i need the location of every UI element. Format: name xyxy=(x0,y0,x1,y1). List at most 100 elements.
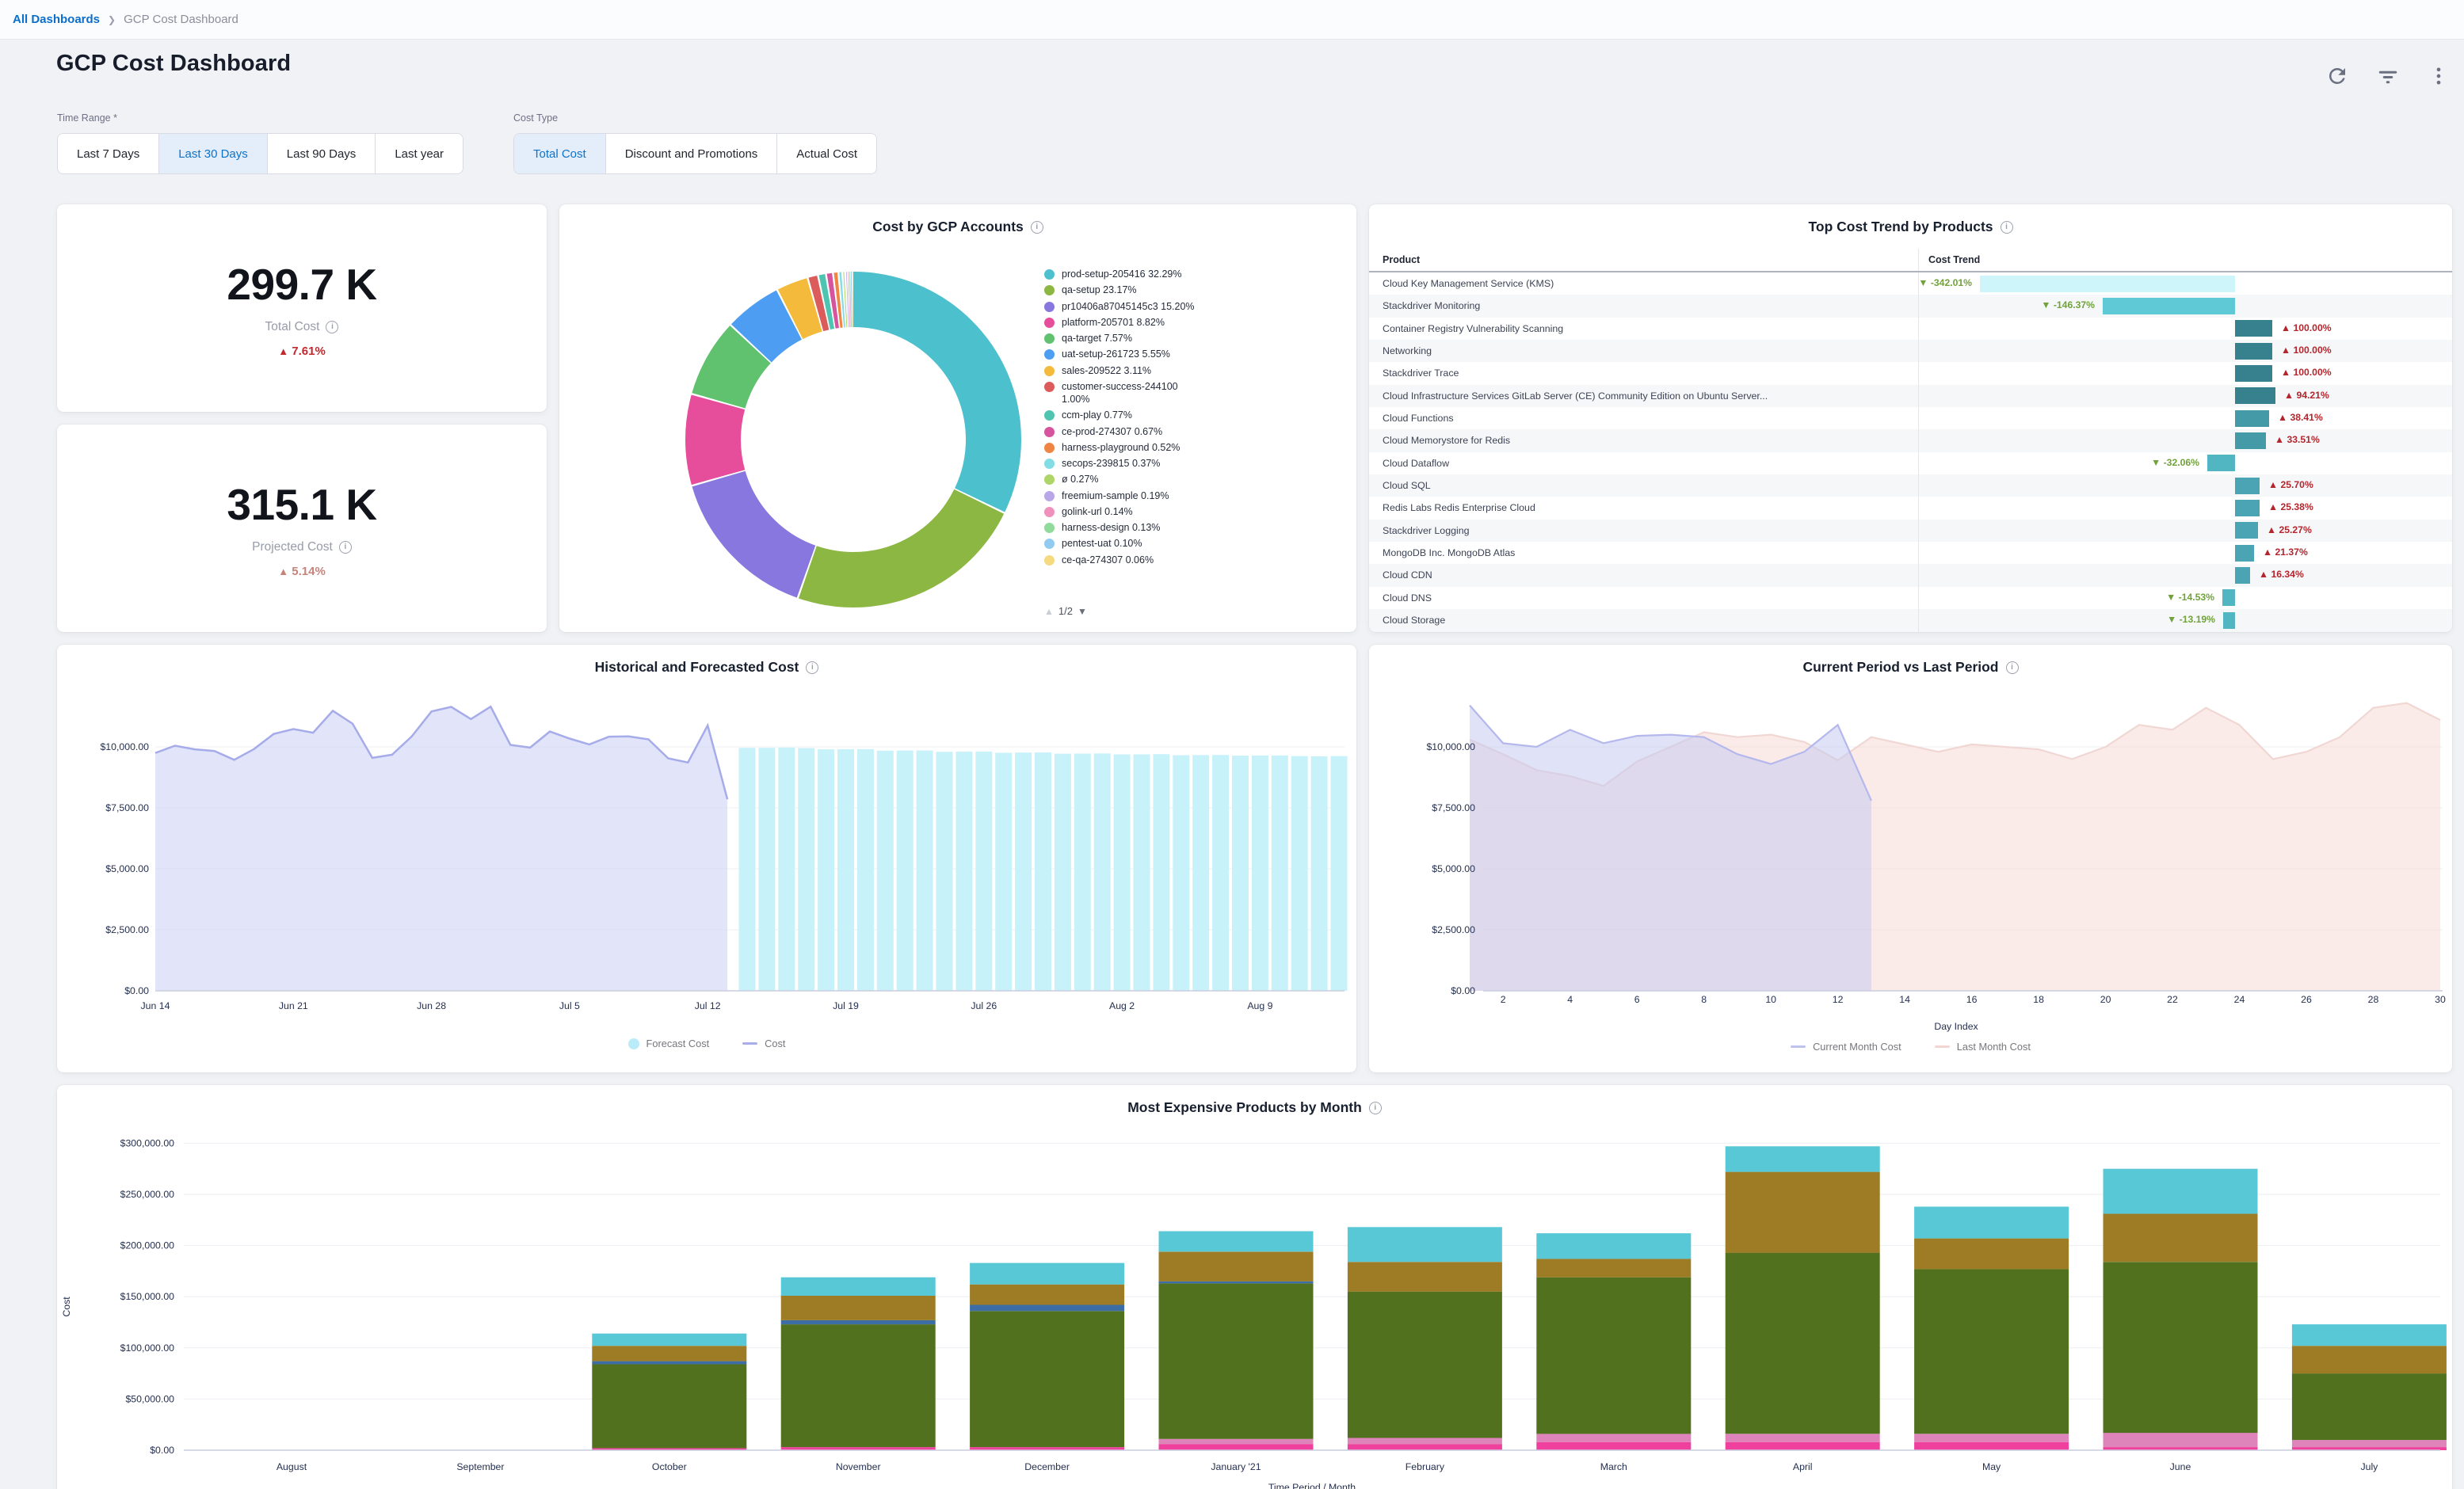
pager-up-icon[interactable]: ▲ xyxy=(1044,606,1054,617)
product-cell: Stackdriver Monitoring xyxy=(1369,295,1918,317)
table-row-cloud-sql: Cloud SQL▲ 25.70% xyxy=(1369,474,2452,497)
trend-value: ▲ 38.41% xyxy=(2278,412,2323,423)
donut-legend-item-uat-setup-261723[interactable]: uat-setup-261723 5.55% xyxy=(1044,348,1345,360)
legend-label: Current Month Cost xyxy=(1813,1041,1901,1053)
donut-legend-item-pentest-uat[interactable]: pentest-uat 0.10% xyxy=(1044,537,1345,550)
projected-cost-value: 315.1 K xyxy=(227,479,376,530)
svg-text:Jul 26: Jul 26 xyxy=(971,1000,997,1011)
legend-label: uat-setup-261723 5.55% xyxy=(1062,348,1170,360)
cost-trend-cell: ▼ -32.06% xyxy=(1918,452,2452,474)
svg-text:$2,500.00: $2,500.00 xyxy=(1432,924,1475,935)
info-icon[interactable]: i xyxy=(2001,221,2013,234)
legend-item-cost[interactable]: Cost xyxy=(742,1038,785,1049)
donut-legend-item-qa-target[interactable]: qa-target 7.57% xyxy=(1044,332,1345,345)
svg-text:26: 26 xyxy=(2301,994,2312,1005)
legend-dot-icon xyxy=(1044,410,1055,421)
donut-legend-item-customer-success-244100[interactable]: customer-success-244100 1.00% xyxy=(1044,380,1345,406)
info-icon[interactable]: i xyxy=(326,321,338,333)
time-range-option-last-90-days[interactable]: Last 90 Days xyxy=(268,134,376,173)
more-options-button[interactable] xyxy=(2424,62,2453,90)
refresh-button[interactable] xyxy=(2323,62,2351,90)
donut-legend-item-prod-setup-205416[interactable]: prod-setup-205416 32.29% xyxy=(1044,268,1345,280)
info-icon[interactable]: i xyxy=(2006,661,2019,674)
cost-type-option-discount-and-promotions[interactable]: Discount and Promotions xyxy=(606,134,778,173)
svg-text:Jul 12: Jul 12 xyxy=(695,1000,721,1011)
donut-legend-item-golink-url[interactable]: golink-url 0.14% xyxy=(1044,505,1345,518)
time-range-option-last-year[interactable]: Last year xyxy=(376,134,463,173)
donut-legend-item-pr10406a87045145c3[interactable]: pr10406a87045145c3 15.20% xyxy=(1044,300,1345,313)
product-cell: Cloud Dataflow xyxy=(1369,452,1918,474)
donut-legend-item-harness-playground[interactable]: harness-playground 0.52% xyxy=(1044,441,1345,454)
product-cell: Cloud Memorystore for Redis xyxy=(1369,429,1918,451)
trend-value: ▼ -13.19% xyxy=(2167,614,2215,625)
cost-type-option-total-cost[interactable]: Total Cost xyxy=(514,134,606,173)
trend-value: ▲ 33.51% xyxy=(2275,434,2320,445)
svg-text:April: April xyxy=(1793,1461,1813,1472)
donut-legend-item-secops-239815[interactable]: secops-239815 0.37% xyxy=(1044,457,1345,470)
svg-text:$250,000.00: $250,000.00 xyxy=(120,1189,175,1200)
svg-text:20: 20 xyxy=(2100,994,2111,1005)
trend-value: ▲ 100.00% xyxy=(2281,345,2332,356)
svg-text:June: June xyxy=(2170,1461,2191,1472)
current-vs-last-panel: Current Period vs Last Period i $10,000.… xyxy=(1369,645,2452,1072)
info-icon[interactable]: i xyxy=(1369,1102,1382,1114)
legend-label: ccm-play 0.77% xyxy=(1062,409,1132,421)
svg-text:$100,000.00: $100,000.00 xyxy=(120,1342,175,1354)
trend-bar xyxy=(2235,522,2258,539)
cost-type-option-actual-cost[interactable]: Actual Cost xyxy=(777,134,876,173)
svg-text:Time Period / Month: Time Period / Month xyxy=(1268,1482,1356,1489)
trend-value: ▲ 21.37% xyxy=(2263,546,2308,558)
product-cell: Cloud Storage xyxy=(1369,609,1918,631)
trend-bar xyxy=(2235,387,2275,404)
table-row-redis-labs-redis-enterprise-cloud: Redis Labs Redis Enterprise Cloud▲ 25.38… xyxy=(1369,497,2452,519)
pager-down-icon[interactable]: ▼ xyxy=(1078,606,1087,617)
historical-forecast-panel: Historical and Forecasted Cost i $10,000… xyxy=(57,645,1356,1072)
filter-button[interactable] xyxy=(2374,62,2402,90)
legend-dot-icon xyxy=(1044,349,1055,360)
legend-item-last-month-cost[interactable]: Last Month Cost xyxy=(1935,1041,2031,1053)
breadcrumb-current: GCP Cost Dashboard xyxy=(124,13,238,26)
projected-cost-label-text: Projected Cost xyxy=(252,540,333,554)
trend-value: ▼ -146.37% xyxy=(2041,299,2095,310)
legend-swatch-icon xyxy=(742,1042,757,1045)
donut-legend-item-sales-209522[interactable]: sales-209522 3.11% xyxy=(1044,364,1345,377)
time-range-option-last-7-days[interactable]: Last 7 Days xyxy=(58,134,159,173)
info-icon[interactable]: i xyxy=(339,541,352,554)
svg-text:2: 2 xyxy=(1501,994,1506,1005)
svg-text:October: October xyxy=(652,1461,687,1472)
info-icon[interactable]: i xyxy=(806,661,818,674)
donut-legend-item-ccm-play[interactable]: ccm-play 0.77% xyxy=(1044,409,1345,421)
donut-legend-item-platform-205701[interactable]: platform-205701 8.82% xyxy=(1044,316,1345,329)
trend-value: ▲ 16.34% xyxy=(2259,569,2304,580)
monthly-products-stacked-chart: AugustSeptemberOctoberNovemberDecemberJa… xyxy=(57,1085,2452,1489)
legend-item-forecast-cost[interactable]: Forecast Cost xyxy=(628,1038,710,1049)
donut-legend-item-ce-prod-274307[interactable]: ce-prod-274307 0.67% xyxy=(1044,425,1345,438)
donut-legend-item-qa-setup[interactable]: qa-setup 23.17% xyxy=(1044,284,1345,296)
cost-trend-cell: ▲ 33.51% xyxy=(1918,429,2452,451)
svg-text:February: February xyxy=(1406,1461,1445,1472)
svg-text:$0.00: $0.00 xyxy=(150,1445,174,1456)
legend-label: Forecast Cost xyxy=(647,1038,710,1049)
product-cell: Cloud Functions xyxy=(1369,407,1918,429)
svg-text:16: 16 xyxy=(1966,994,1978,1005)
svg-text:July: July xyxy=(2360,1461,2378,1472)
donut-legend-item-ce-qa-274307[interactable]: ce-qa-274307 0.06% xyxy=(1044,554,1345,566)
svg-text:10: 10 xyxy=(1765,994,1776,1005)
table-row-stackdriver-trace: Stackdriver Trace▲ 100.00% xyxy=(1369,362,2452,384)
donut-legend-item-[interactable]: ø 0.27% xyxy=(1044,473,1345,486)
cost-trend-cell: ▼ -14.53% xyxy=(1918,587,2452,609)
donut-legend-item-harness-design[interactable]: harness-design 0.13% xyxy=(1044,521,1345,534)
trend-bar xyxy=(2207,455,2235,471)
breadcrumb-all-dashboards-link[interactable]: All Dashboards xyxy=(13,13,100,26)
legend-item-current-month-cost[interactable]: Current Month Cost xyxy=(1791,1041,1901,1053)
legend-label: ø 0.27% xyxy=(1062,473,1099,486)
time-range-option-last-30-days[interactable]: Last 30 Days xyxy=(159,134,268,173)
cost-trend-cell: ▲ 21.37% xyxy=(1918,542,2452,564)
svg-text:Day Index: Day Index xyxy=(1934,1021,1978,1032)
product-cell: Redis Labs Redis Enterprise Cloud xyxy=(1369,497,1918,519)
cost-trend-cell: ▼ -146.37% xyxy=(1918,295,2452,317)
filter-icon xyxy=(2376,64,2400,88)
donut-legend-item-freemium-sample[interactable]: freemium-sample 0.19% xyxy=(1044,489,1345,502)
svg-text:$10,000.00: $10,000.00 xyxy=(100,741,149,752)
info-icon[interactable]: i xyxy=(1031,221,1043,234)
